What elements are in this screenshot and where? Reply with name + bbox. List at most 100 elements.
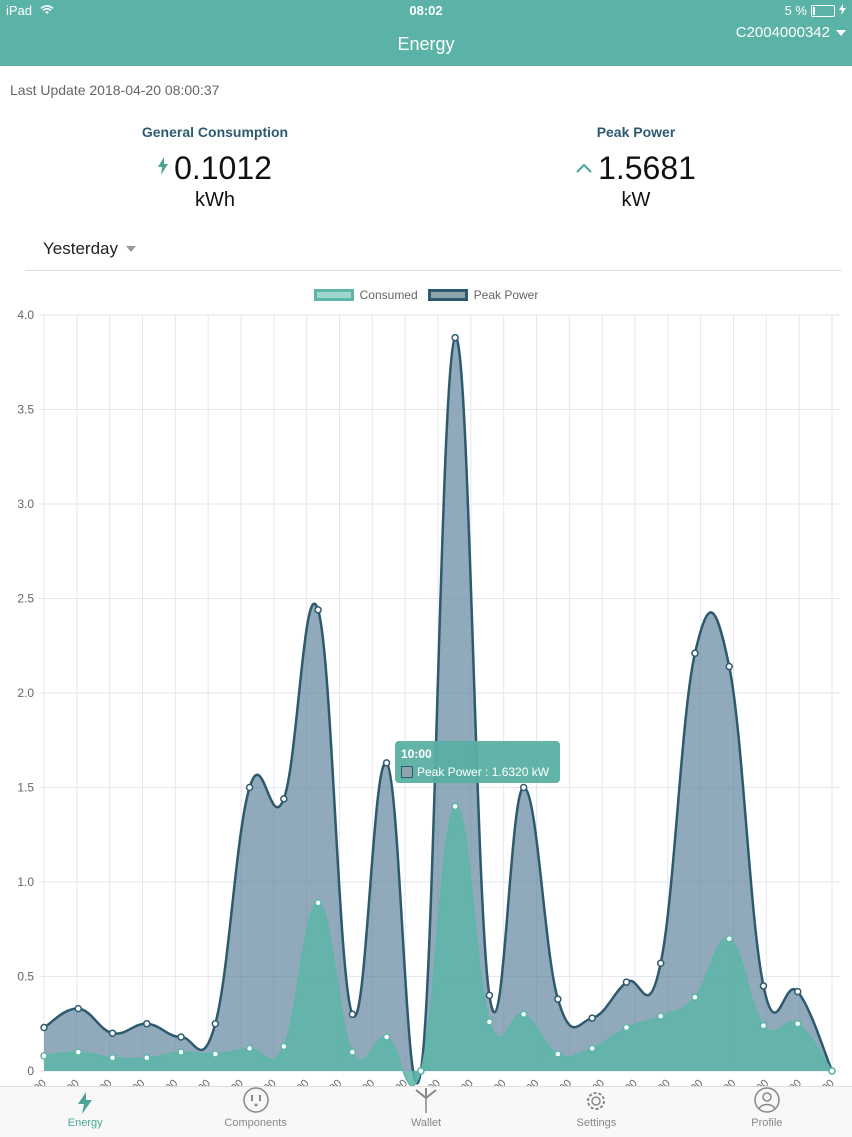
y-tick-label: 4.0: [17, 308, 34, 322]
x-tick-label: 00: [524, 1077, 541, 1086]
last-update: Last Update 2018-04-20 08:00:37: [10, 82, 220, 98]
consumed-point: [108, 1054, 117, 1062]
consumed-point: [485, 1018, 494, 1026]
x-tick-label: 00: [97, 1077, 114, 1086]
y-tick-label: 0: [27, 1064, 34, 1078]
peak-power-point: [519, 783, 528, 792]
tooltip-line: Peak Power : 1.6320 kW: [401, 765, 549, 779]
tab-label: Wallet: [410, 1117, 442, 1129]
peak-power-point: [382, 759, 391, 767]
peak-power-point: [74, 1004, 83, 1013]
peak-power-point: [280, 795, 288, 803]
y-tick-label: 2.5: [17, 592, 34, 606]
peak-power-point: [691, 649, 699, 658]
x-tick-label: 00: [130, 1077, 147, 1086]
tooltip-title: 10:00: [401, 747, 432, 761]
consumption-label: General Consumption: [141, 124, 289, 140]
y-tick-label: 1.0: [17, 875, 34, 889]
consumed-point: [348, 1048, 357, 1056]
consumed-point: [74, 1048, 83, 1056]
consumed-point: [417, 1067, 425, 1075]
tab-settings[interactable]: Settings: [511, 1087, 681, 1137]
peak-power-point: [314, 606, 322, 614]
tab-label: Profile: [751, 1117, 783, 1129]
consumed-point: [177, 1048, 185, 1056]
status-bar: iPad 08:02 5 %: [0, 0, 852, 22]
peak-power-point: [177, 1033, 185, 1041]
x-tick-label: 00: [196, 1077, 213, 1086]
chevron-down-icon: [836, 29, 846, 36]
consumed-point: [519, 1010, 528, 1019]
consumed-point: [245, 1044, 254, 1053]
divider: [25, 270, 842, 271]
peak-power-point: [108, 1029, 117, 1037]
x-tick-label: 00: [163, 1077, 180, 1086]
consumed-point: [143, 1054, 151, 1062]
period-dropdown[interactable]: Yesterday: [43, 239, 136, 259]
tab-components[interactable]: Components: [170, 1087, 340, 1137]
tab-energy[interactable]: Energy: [0, 1087, 170, 1137]
tab-label: Settings: [576, 1117, 617, 1129]
battery-icon: [811, 4, 835, 17]
consumed-point: [691, 993, 699, 1002]
peak-power-point: [245, 783, 254, 792]
x-tick-label: 00: [623, 1077, 640, 1086]
device-selector[interactable]: C2004000342: [736, 24, 846, 41]
x-tick-label: 00: [294, 1077, 311, 1086]
consumption-unit: kWh: [195, 189, 235, 211]
y-tick-label: 3.5: [17, 403, 34, 417]
x-tick-label: 00: [459, 1077, 476, 1086]
consumed-point: [725, 934, 733, 943]
x-tick-label: 00: [590, 1077, 607, 1086]
gear-icon: [583, 1088, 609, 1117]
consumption-stat: General Consumption 0.1012 kWh: [65, 124, 365, 212]
battery-percent: 5 %: [784, 3, 807, 18]
x-tick-label: 00: [688, 1077, 705, 1086]
tab-wallet[interactable]: Wallet: [341, 1087, 511, 1137]
chevron-up-icon: [576, 160, 592, 178]
clock: 08:02: [409, 3, 443, 18]
tooltip-swatch: [401, 766, 413, 778]
consumed-point: [554, 1050, 562, 1058]
peak-power-point: [485, 991, 494, 1000]
y-tick-label: 1.5: [17, 781, 34, 795]
peak-power-point: [759, 982, 768, 990]
turbine-icon: [412, 1086, 440, 1117]
consumed-point: [382, 1033, 391, 1041]
peak-power-point: [143, 1020, 151, 1028]
x-tick-label: 00: [754, 1077, 771, 1086]
peak-unit: kW: [621, 189, 651, 211]
x-tick-label: 00: [327, 1077, 344, 1086]
consumed-point: [280, 1042, 288, 1051]
peak-power-point: [211, 1020, 220, 1028]
energy-chart[interactable]: 0 0.5 1.0 1.5 2.0 2.5 3.0 3.5 4.0 00 00 00 00 00 00 00 0…: [0, 300, 852, 1086]
x-tick-label: 00: [360, 1077, 377, 1086]
tab-bar: Energy Components Wallet Settings Profil…: [0, 1086, 852, 1137]
device-id: C2004000342: [735, 24, 830, 41]
charging-icon: [839, 3, 846, 18]
consumed-point: [622, 1023, 631, 1032]
peak-power-point: [588, 1014, 596, 1022]
peak-power-point: [622, 978, 631, 986]
x-tick-label: 00: [32, 1077, 49, 1086]
x-tick-label: 00: [721, 1077, 738, 1086]
peak-power-point: [656, 959, 665, 968]
page-title: Energy: [397, 34, 455, 54]
chevron-down-icon: [125, 246, 136, 252]
peak-power-point: [348, 1010, 357, 1019]
consumed-point: [793, 1020, 802, 1028]
peak-stat: Peak Power 1.5681 kW: [486, 124, 786, 212]
y-tick-label: 2.0: [17, 686, 34, 700]
peak-power-point: [725, 662, 733, 671]
tab-profile[interactable]: Profile: [682, 1087, 852, 1137]
consumed-point: [314, 899, 322, 907]
chart-tooltip: 10:00 Peak Power : 1.6320 kW: [395, 741, 560, 783]
period-label: Yesterday: [43, 239, 118, 258]
tab-label: Energy: [67, 1117, 103, 1129]
peak-power-point: [40, 1023, 48, 1032]
consumed-point: [588, 1044, 596, 1053]
x-tick-label: 00: [787, 1077, 804, 1086]
outlet-icon: [242, 1086, 270, 1117]
consumption-value: 0.1012: [174, 150, 272, 186]
x-tick-label: 00: [557, 1077, 574, 1086]
